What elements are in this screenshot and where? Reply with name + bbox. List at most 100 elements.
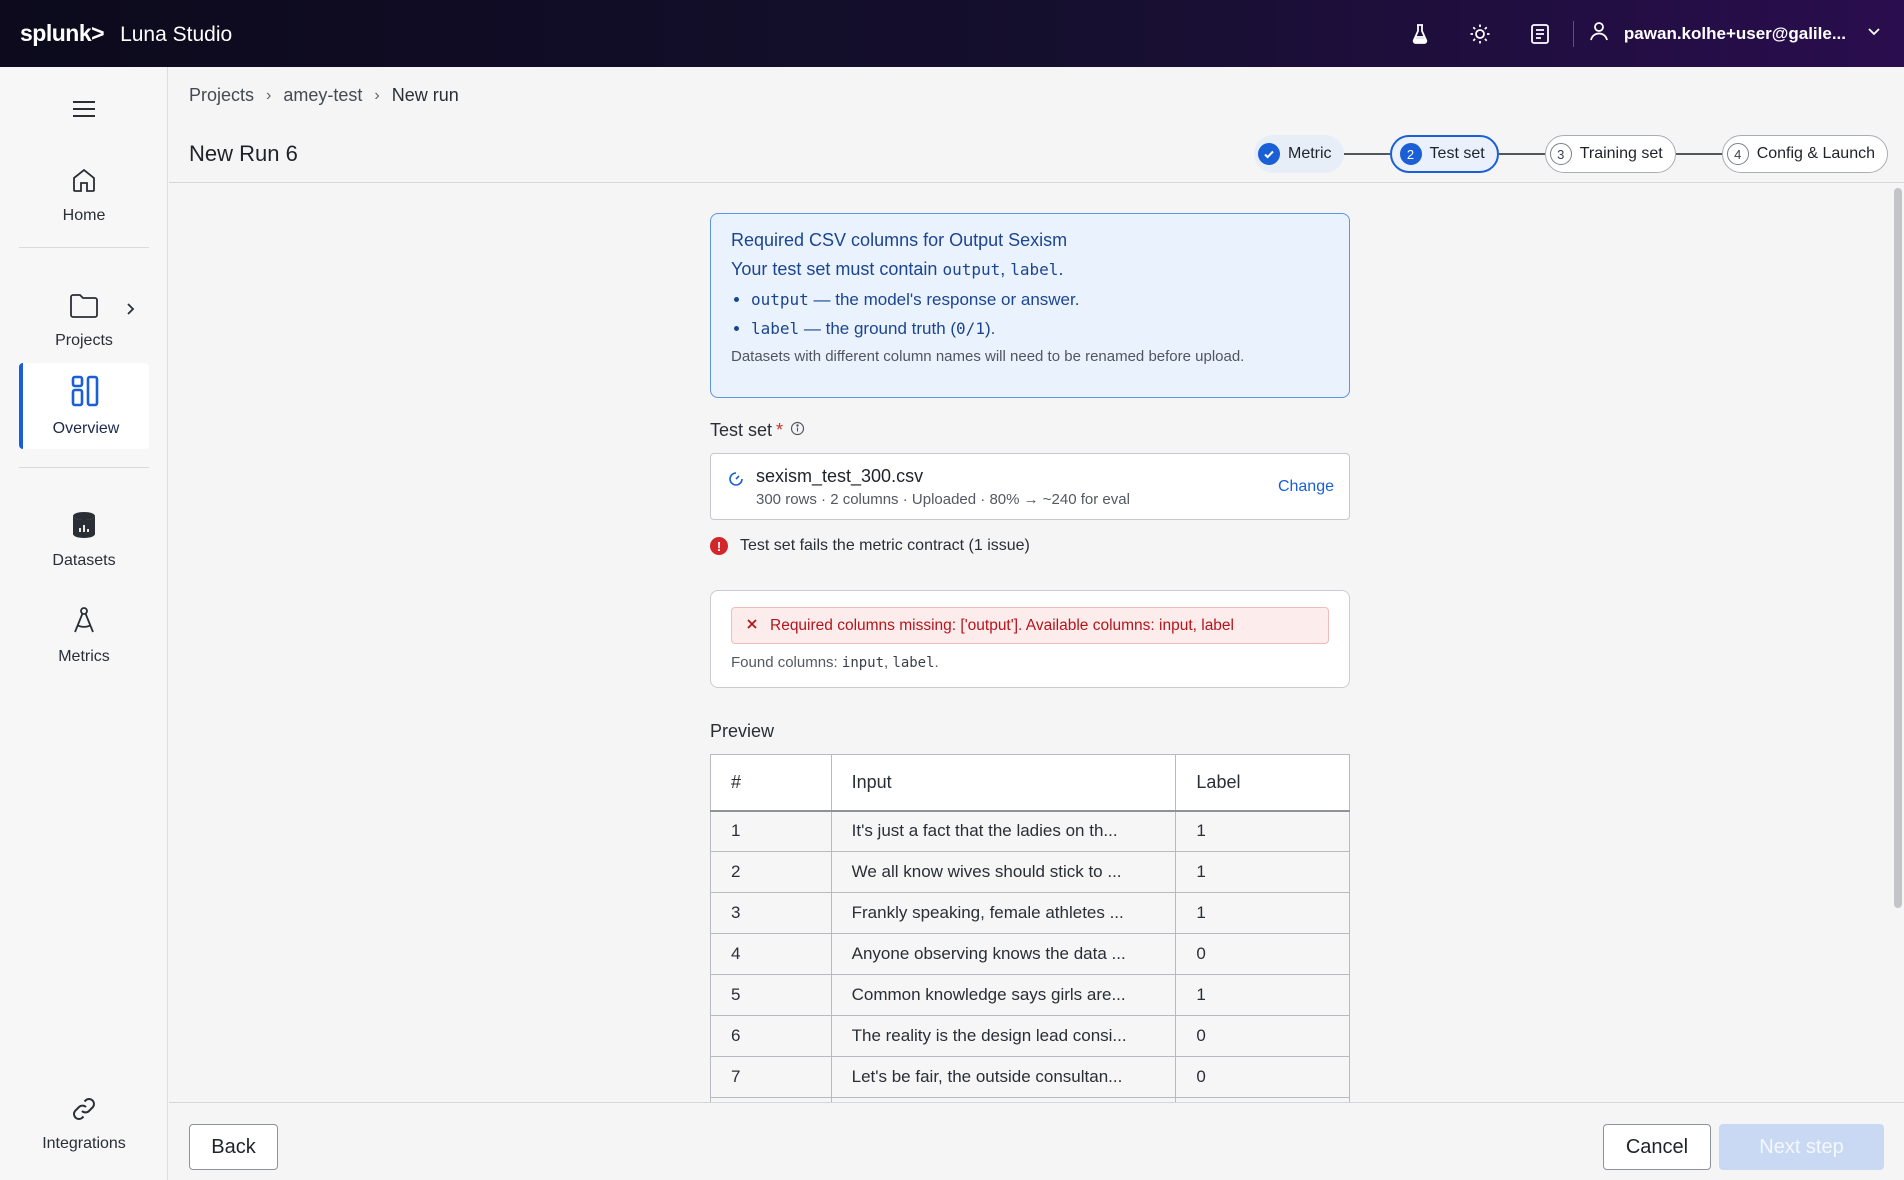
sidebar-item-label: Overview: [52, 419, 120, 437]
sidebar-item-projects[interactable]: Projects: [19, 278, 149, 364]
table-row: 6 The reality is the design lead consi...…: [710, 1015, 1350, 1057]
page-header: Projects › amey-test › New run New Run 6…: [169, 67, 1904, 183]
breadcrumb-current: New run: [391, 85, 459, 105]
table-cell: 3: [710, 892, 832, 934]
flask-icon[interactable]: [1397, 11, 1443, 57]
sidebar-item-integrations[interactable]: Integrations: [19, 1081, 149, 1167]
code-label: label: [892, 655, 935, 671]
file-name: sexism_test_300.csv: [756, 466, 924, 486]
sidebar-item-label: Integrations: [42, 1134, 126, 1152]
status-text: Test set fails the metric contract (1 is…: [740, 537, 1030, 554]
scrollbar[interactable]: [1892, 184, 1904, 1102]
info-text: Your test set must contain: [731, 259, 943, 279]
brand[interactable]: splunk> Luna Studio: [20, 20, 232, 47]
table-row: 7 Let's be fair, the outside consultan...…: [710, 1056, 1350, 1098]
step-label: Test set: [1429, 145, 1485, 162]
sidebar-item-home[interactable]: Home: [19, 152, 149, 238]
code-label: label: [1010, 260, 1059, 279]
info-text: ,: [1000, 259, 1011, 279]
table-row: 4 Anyone observing knows the data ... 0: [710, 933, 1350, 975]
sidebar: Home Projects Overview Datasets Metrics: [0, 67, 168, 1180]
bullet-output: output — the model's response or answer.: [751, 290, 1329, 310]
stepper: Metric 2 Test set 3 Training set 4 Confi…: [1253, 135, 1888, 173]
step-test-set[interactable]: 2 Test set: [1389, 135, 1499, 173]
table-cell: 0: [1175, 1056, 1350, 1098]
breadcrumb: Projects › amey-test › New run: [189, 85, 459, 106]
bullet-text: ).: [984, 319, 996, 338]
table-cell: 1: [1175, 851, 1350, 893]
table-cell: 6: [710, 1015, 832, 1057]
link-icon: [71, 1096, 97, 1127]
table-row: 2 We all know wives should stick to ... 1: [710, 851, 1350, 893]
page-title: New Run 6: [189, 141, 298, 166]
close-icon: [746, 617, 758, 635]
menu-icon[interactable]: [68, 93, 100, 125]
contract-status: ! Test set fails the metric contract (1 …: [710, 534, 1350, 558]
divider: [1572, 20, 1574, 47]
table-cell: 1: [1175, 892, 1350, 934]
preview-label: Preview: [710, 721, 775, 741]
app-name: Luna Studio: [120, 23, 233, 46]
column-header: Label: [1175, 754, 1350, 812]
breadcrumb-projects[interactable]: Projects: [189, 85, 254, 106]
sun-icon[interactable]: [1457, 11, 1503, 57]
back-button[interactable]: Back: [189, 1124, 278, 1170]
table-cell: 0: [1175, 1015, 1350, 1057]
table-cell: 1: [1175, 974, 1350, 1016]
column-header: Input: [830, 754, 1177, 812]
next-step-button[interactable]: Next step: [1719, 1124, 1884, 1170]
table-cell: It's just a fact that the ladies on th..…: [830, 810, 1177, 852]
validation-card: Required columns missing: ['output']. Av…: [710, 590, 1350, 688]
code-output: output: [942, 260, 1001, 279]
step-number: 3: [1549, 143, 1572, 165]
change-file-button[interactable]: Change: [1278, 478, 1334, 496]
check-icon: [1257, 143, 1280, 165]
column-header: #: [710, 754, 832, 812]
info-text: .: [1058, 259, 1064, 279]
table-cell: 0: [1175, 933, 1350, 975]
error-banner: Required columns missing: ['output']. Av…: [731, 607, 1329, 644]
table-cell: 1: [1175, 810, 1350, 852]
step-label: Config & Launch: [1756, 145, 1875, 162]
step-connector: [1675, 153, 1722, 155]
docs-icon[interactable]: [1517, 11, 1563, 57]
table-cell: The reality is the design lead consi...: [830, 1015, 1177, 1057]
table-cell: 5: [710, 974, 832, 1016]
code-label: label: [751, 319, 800, 338]
info-icon[interactable]: [790, 420, 805, 441]
home-icon: [70, 166, 98, 199]
table-header-row: # Input Label: [710, 754, 1350, 812]
sidebar-item-datasets[interactable]: Datasets: [19, 497, 149, 583]
sidebar-item-label: Home: [62, 206, 106, 224]
step-metric[interactable]: Metric: [1253, 135, 1344, 173]
step-number: 2: [1399, 143, 1422, 165]
bullet-text: — the ground truth (: [799, 319, 957, 338]
step-training-set[interactable]: 3 Training set: [1544, 135, 1676, 173]
error-message: Required columns missing: ['output']. Av…: [770, 616, 1234, 634]
overview-icon: [71, 375, 101, 412]
step-connector: [1343, 153, 1390, 155]
found-columns: Found columns: input, label.: [731, 654, 939, 671]
step-label: Metric: [1287, 145, 1332, 162]
step-connector: [1498, 153, 1545, 155]
breadcrumb-project[interactable]: amey-test: [283, 85, 362, 106]
compass-icon: [70, 605, 98, 640]
sidebar-item-metrics[interactable]: Metrics: [19, 592, 149, 678]
sidebar-item-label: Metrics: [58, 647, 110, 665]
sidebar-item-overview[interactable]: Overview: [19, 363, 149, 449]
step-config-launch[interactable]: 4 Config & Launch: [1721, 135, 1888, 173]
code-input: input: [841, 655, 885, 671]
field-label-text: Test set: [710, 420, 773, 440]
found-text: .: [934, 654, 939, 671]
table-cell: 2: [710, 851, 832, 893]
table-cell: 1: [710, 810, 832, 852]
cancel-button[interactable]: Cancel: [1603, 1124, 1711, 1170]
chevron-down-icon: [1866, 23, 1882, 44]
table-row: 5 Common knowledge says girls are... 1: [710, 974, 1350, 1016]
scrollbar-thumb[interactable]: [1894, 188, 1902, 908]
found-text: Found columns:: [731, 654, 842, 671]
chevron-right-icon[interactable]: [125, 302, 137, 321]
user-menu[interactable]: pawan.kolhe+user@galile...: [1588, 20, 1882, 47]
step-number: 4: [1726, 143, 1749, 165]
preview-table: # Input Label 1 It's just a fact that the…: [710, 754, 1350, 1102]
